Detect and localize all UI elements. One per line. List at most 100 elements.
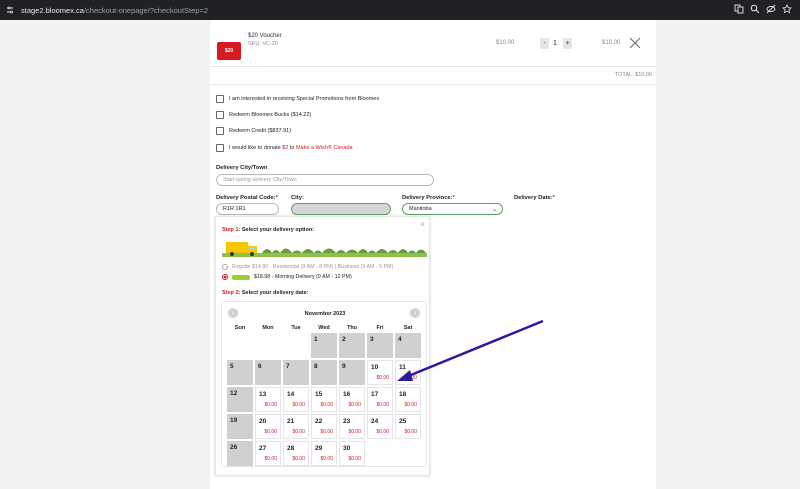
eye-off-icon[interactable] xyxy=(766,4,776,14)
delivery-options-panel: × Step 1: Select your delivery option: R… xyxy=(215,216,430,476)
bucks-checkbox[interactable] xyxy=(216,111,224,119)
calendar-day-available[interactable]: 21 $0.00 xyxy=(283,414,309,439)
delivery-option-morning[interactable]: $18.98 - Morning Delivery (9 AM - 12 PM) xyxy=(222,274,352,280)
divider xyxy=(210,66,656,67)
day-number: 1 xyxy=(314,336,318,343)
weekday-header: Mon xyxy=(262,325,274,331)
postal-code-label-text: Delivery Postal Code: xyxy=(216,195,276,201)
url-field[interactable]: stage2.bloomex.ca/checkout-onepage/?chec… xyxy=(21,6,208,15)
step1-text: : Select your delivery option: xyxy=(238,227,315,233)
day-delivery-price: $0.00 xyxy=(264,456,277,462)
weekday-header: Tue xyxy=(291,325,301,331)
step2-prefix: Step 2 xyxy=(222,290,239,296)
day-delivery-price: $0.00 xyxy=(404,375,417,381)
item-sku: SKU: VC-20 xyxy=(248,41,278,47)
weekday-header: Sat xyxy=(403,325,413,331)
required-mark: * xyxy=(275,195,278,201)
day-delivery-price: $0.00 xyxy=(292,402,305,408)
url-path: /checkout-onepage/?checkoutStep=2 xyxy=(83,5,209,15)
promotions-checkbox[interactable] xyxy=(216,95,224,103)
weekday-header: Sun xyxy=(234,325,246,331)
divider xyxy=(210,84,656,85)
postal-code-label: Delivery Postal Code:* xyxy=(216,195,278,201)
zoom-icon[interactable] xyxy=(750,4,760,14)
calendar-day-available[interactable]: 25 $0.00 xyxy=(395,414,421,439)
city-town-input[interactable]: Start typing delivery City/Town xyxy=(216,174,434,186)
day-number: 7 xyxy=(286,363,290,370)
calendar-day-available[interactable]: 22 $0.00 xyxy=(311,414,337,439)
calendar-day-available[interactable]: 11 $0.00 xyxy=(395,360,421,385)
weekday-header: Thu xyxy=(346,325,358,331)
calendar-day-available[interactable]: 24 $0.00 xyxy=(367,414,393,439)
day-number: 10 xyxy=(371,364,379,371)
quantity-decrease-button[interactable]: - xyxy=(540,38,549,49)
calendar-day-available[interactable]: 20 $0.00 xyxy=(255,414,281,439)
calendar-day-available[interactable]: 13 $0.00 xyxy=(255,387,281,412)
required-mark: * xyxy=(552,195,555,201)
calendar-day-unavailable: 19 xyxy=(227,414,253,439)
calendar-day-available[interactable]: 30 $0.00 xyxy=(339,441,365,466)
day-delivery-price: $0.00 xyxy=(348,456,361,462)
credit-option[interactable]: Redeem Credit ($837.91) xyxy=(216,127,291,135)
promotions-option[interactable]: I am interested in receiving Special Pro… xyxy=(216,95,379,103)
url-host: stage2.bloomex.ca xyxy=(21,5,84,15)
donate-checkbox[interactable] xyxy=(216,144,224,152)
step1-heading: Step 1: Select your delivery option: xyxy=(222,227,314,233)
calendar-day-available[interactable]: 23 $0.00 xyxy=(339,414,365,439)
quantity-value[interactable]: 1 xyxy=(553,40,557,47)
remove-item-icon[interactable] xyxy=(629,37,641,49)
calendar-day-available[interactable]: 28 $0.00 xyxy=(283,441,309,466)
day-delivery-price: $0.00 xyxy=(404,402,417,408)
translate-icon[interactable] xyxy=(734,4,744,14)
donate-text: I would like to donate xyxy=(229,145,283,151)
step2-heading: Step 2: Select your delivery date: xyxy=(222,290,309,296)
province-select[interactable]: Manitoba ⌄ xyxy=(402,203,503,215)
day-number: 4 xyxy=(398,336,402,343)
delivery-option-regular[interactable]: Regular $14.90 - Residential (9 AM - 8 P… xyxy=(222,264,393,270)
day-number: 23 xyxy=(343,418,351,425)
calendar-day-unavailable: 9 xyxy=(339,360,365,385)
calendar-day-available[interactable]: 10 $0.00 xyxy=(367,360,393,385)
day-delivery-price: $0.00 xyxy=(376,429,389,435)
day-number: 18 xyxy=(399,391,407,398)
donate-option[interactable]: I would like to donate $2 to Make a Wish… xyxy=(216,144,353,152)
calendar-day-available[interactable]: 18 $0.00 xyxy=(395,387,421,412)
day-number: 2 xyxy=(342,336,346,343)
morning-radio[interactable] xyxy=(222,274,228,280)
day-delivery-price: $0.00 xyxy=(320,402,333,408)
day-delivery-price: $0.00 xyxy=(264,402,277,408)
donate-org-link[interactable]: Make a Wish® Canada xyxy=(296,145,353,151)
calendar-day-unavailable: 6 xyxy=(255,360,281,385)
regular-radio[interactable] xyxy=(222,264,228,270)
bucks-option[interactable]: Redeem Bloomex Bucks ($14.22) xyxy=(216,111,311,119)
postal-code-input[interactable]: R1R 1R1 xyxy=(216,203,279,215)
city-input[interactable] xyxy=(291,203,391,215)
day-delivery-price: $0.00 xyxy=(348,402,361,408)
day-number: 27 xyxy=(259,445,267,452)
calendar-day-available[interactable]: 16 $0.00 xyxy=(339,387,365,412)
day-delivery-price: $0.00 xyxy=(404,429,417,435)
day-number: 24 xyxy=(371,418,379,425)
site-info-icon[interactable] xyxy=(3,3,17,17)
bookmark-star-icon[interactable] xyxy=(782,4,792,14)
day-delivery-price: $0.00 xyxy=(264,429,277,435)
calendar-next-button[interactable]: › xyxy=(410,308,420,318)
calendar-day-available[interactable]: 29 $0.00 xyxy=(311,441,337,466)
calendar-day-available[interactable]: 17 $0.00 xyxy=(367,387,393,412)
item-line-total: $10.00 xyxy=(602,40,621,46)
quantity-increase-button[interactable]: + xyxy=(563,38,572,49)
calendar-day-available[interactable]: 14 $0.00 xyxy=(283,387,309,412)
cart-total: TOTAL: $10.00 xyxy=(614,72,652,78)
calendar-day-available[interactable]: 15 $0.00 xyxy=(311,387,337,412)
credit-checkbox[interactable] xyxy=(216,127,224,135)
close-icon[interactable]: × xyxy=(420,219,425,229)
day-number: 29 xyxy=(315,445,323,452)
credit-label: Redeem Credit ($837.91) xyxy=(229,128,292,134)
delivery-date-label: Delivery Date:* xyxy=(514,195,555,201)
weekday-header: Fri xyxy=(376,325,384,331)
day-number: 9 xyxy=(342,363,346,370)
calendar-day-available[interactable]: 27 $0.00 xyxy=(255,441,281,466)
donate-label: I would like to donate $2 to Make a Wish… xyxy=(229,145,353,151)
day-number: 13 xyxy=(259,391,267,398)
day-delivery-price: $0.00 xyxy=(320,429,333,435)
